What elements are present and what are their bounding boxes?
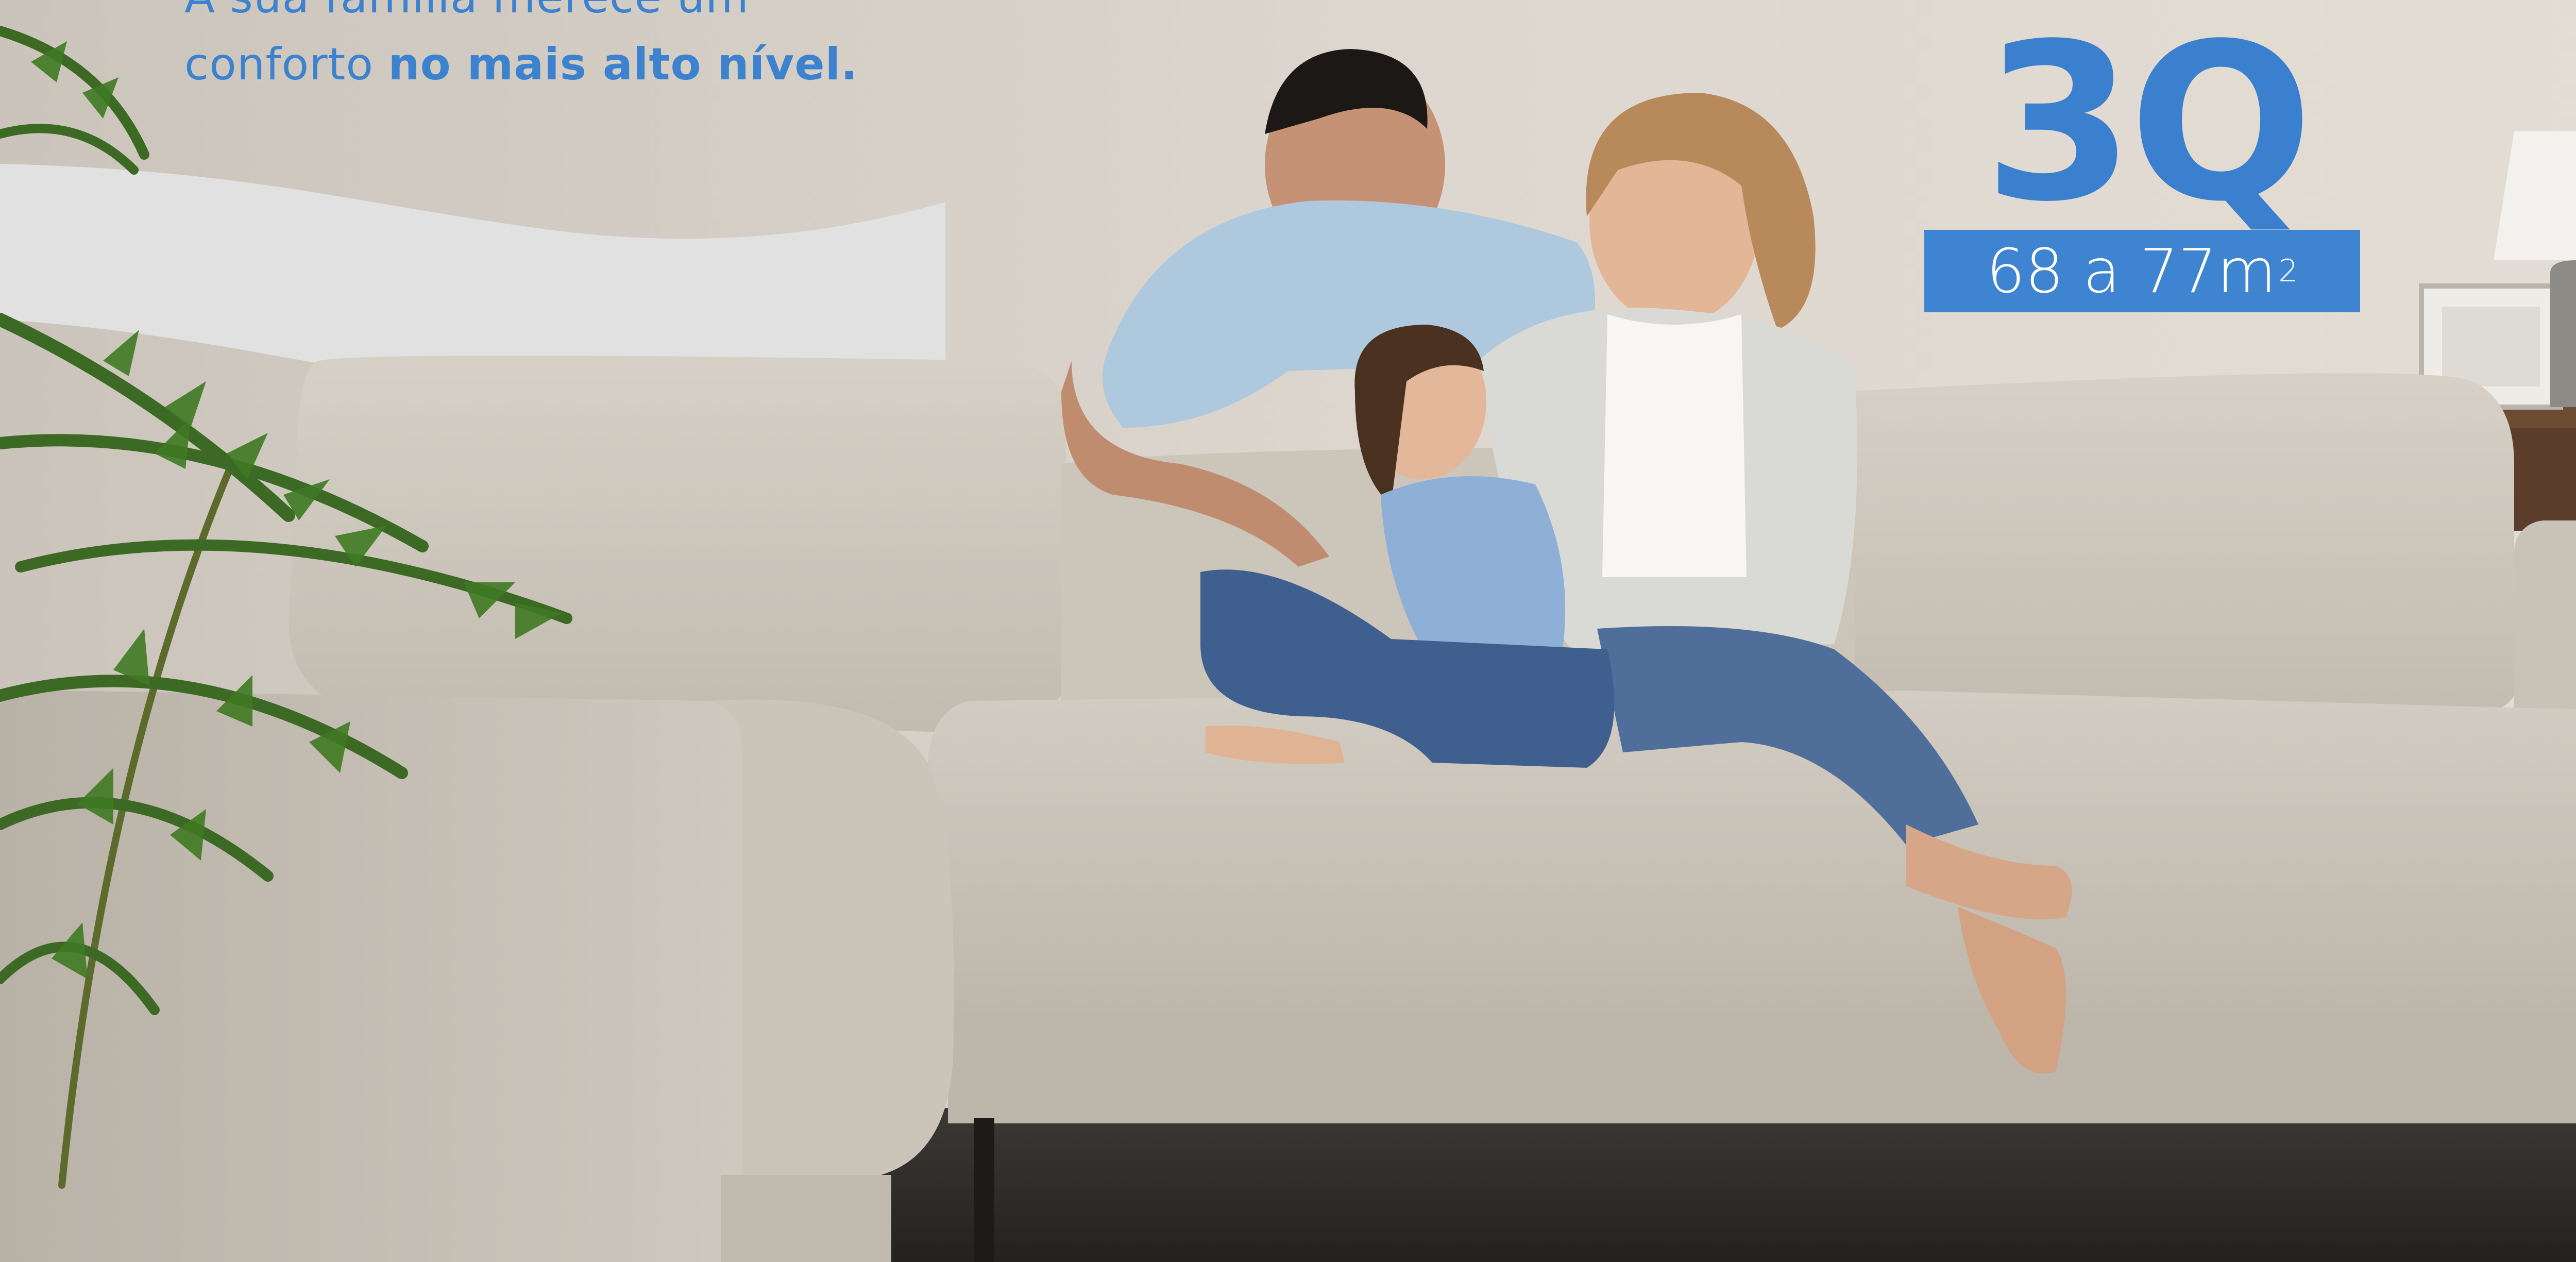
headline-line-1: A sua família merece um bbox=[184, 0, 749, 23]
lamp-base bbox=[2550, 260, 2576, 407]
headline-bold: no mais alto nível. bbox=[388, 39, 858, 90]
area-badge: 68 a 77m 2 bbox=[1924, 230, 2360, 312]
sofa-back-right bbox=[1814, 373, 2514, 732]
sofa-left-arm-roll bbox=[711, 699, 954, 1180]
headline: A sua família merece um conforto no mais… bbox=[184, 0, 858, 98]
sofa-back-left bbox=[289, 356, 1066, 732]
headline-line-2: conforto no mais alto nível. bbox=[184, 39, 858, 90]
unit-type-logo: 3Q bbox=[1984, 0, 2313, 249]
area-superscript: 2 bbox=[2278, 253, 2298, 289]
sofa-base bbox=[948, 1010, 2576, 1123]
sofa-leg bbox=[974, 1118, 994, 1262]
headline-regular: conforto bbox=[184, 39, 374, 90]
area-text: 68 a 77m bbox=[1986, 235, 2277, 307]
